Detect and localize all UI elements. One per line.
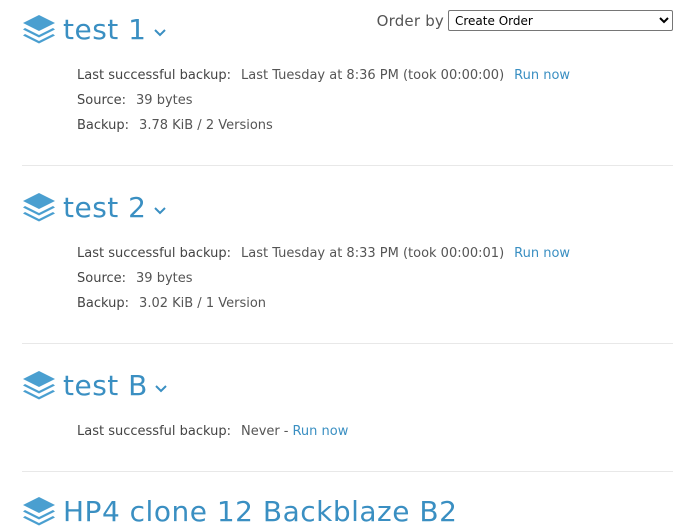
backup-title[interactable]: test 2: [63, 190, 147, 226]
last-backup-row: Last successful backup: Never - Run now: [77, 424, 348, 449]
backup-header[interactable]: test B: [22, 368, 168, 404]
database-stack-icon: [23, 497, 55, 526]
source-row: Source: 39 bytes: [77, 93, 570, 118]
backup-details: Last successful backup: Last Tuesday at …: [77, 68, 570, 143]
last-backup-label: Last successful backup:: [77, 246, 231, 261]
run-now-link[interactable]: Run now: [514, 68, 570, 83]
separator: -: [283, 424, 289, 439]
chevron-down-icon[interactable]: [154, 384, 168, 394]
backup-size-label: Backup:: [77, 118, 130, 133]
database-stack-icon: [23, 15, 55, 44]
backup-details: Last successful backup: Last Tuesday at …: [77, 246, 570, 321]
backup-header[interactable]: test 1: [22, 12, 167, 48]
last-backup-label: Last successful backup:: [77, 424, 231, 439]
backup-details: Last successful backup: Never - Run now: [77, 424, 348, 449]
chevron-down-icon[interactable]: [153, 28, 167, 38]
source-value: 39 bytes: [136, 93, 193, 108]
chevron-down-icon[interactable]: [153, 206, 167, 216]
source-label: Source:: [77, 271, 127, 286]
last-backup-value: Last Tuesday at 8:33 PM (took 00:00:01): [241, 246, 505, 261]
backup-size-row: Backup: 3.02 KiB / 1 Version: [77, 296, 570, 321]
last-backup-row: Last successful backup: Last Tuesday at …: [77, 246, 570, 271]
order-by-label: Order by: [376, 11, 444, 30]
run-now-link[interactable]: Run now: [292, 424, 348, 439]
backup-title[interactable]: test B: [63, 368, 148, 404]
database-stack-icon: [23, 371, 55, 400]
run-now-link[interactable]: Run now: [514, 246, 570, 261]
last-backup-row: Last successful backup: Last Tuesday at …: [77, 68, 570, 93]
source-label: Source:: [77, 93, 127, 108]
backup-size-label: Backup:: [77, 296, 130, 311]
backup-title[interactable]: HP4 clone 12 Backblaze B2: [63, 494, 457, 530]
divider: [22, 343, 673, 344]
backup-title[interactable]: test 1: [63, 12, 147, 48]
last-backup-label: Last successful backup:: [77, 68, 231, 83]
last-backup-value: Never: [241, 424, 280, 439]
order-by-select[interactable]: Create Order: [448, 10, 673, 31]
backup-size-value: 3.02 KiB / 1 Version: [139, 296, 267, 311]
backup-size-row: Backup: 3.78 KiB / 2 Versions: [77, 118, 570, 143]
source-row: Source: 39 bytes: [77, 271, 570, 296]
backup-size-value: 3.78 KiB / 2 Versions: [139, 118, 273, 133]
divider: [22, 471, 673, 472]
backup-header[interactable]: test 2: [22, 190, 167, 226]
order-by-control: Order by Create Order: [377, 10, 673, 31]
last-backup-value: Last Tuesday at 8:36 PM (took 00:00:00): [241, 68, 505, 83]
divider: [22, 165, 673, 166]
source-value: 39 bytes: [136, 271, 193, 286]
database-stack-icon: [23, 193, 55, 222]
backup-header[interactable]: HP4 clone 12 Backblaze B2: [22, 494, 457, 530]
